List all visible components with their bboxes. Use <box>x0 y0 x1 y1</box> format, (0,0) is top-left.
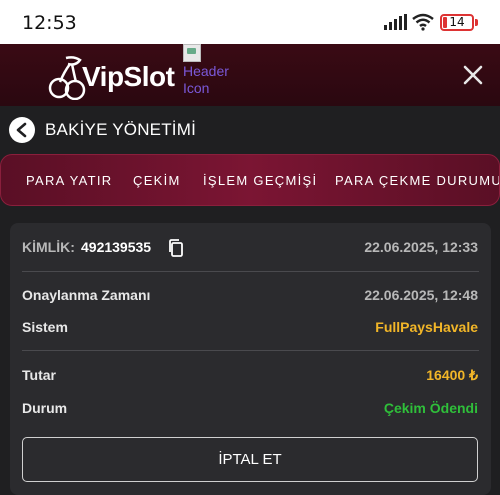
transaction-card: KİMLİK: 492139535 22.06.2025, 12:33 Onay… <box>10 223 491 495</box>
battery-icon: 14 <box>440 14 474 31</box>
transaction-id-label: KİMLİK: <box>22 239 75 255</box>
battery-level: 14 <box>449 15 465 29</box>
header-icon-alt-text: Header Icon <box>183 63 229 96</box>
tab-withdrawal-status[interactable]: PARA ÇEKME DURUMU <box>335 173 499 188</box>
page-title: BAKİYE YÖNETİMİ <box>45 120 197 139</box>
close-icon[interactable] <box>459 61 487 89</box>
broken-image-icon <box>183 44 201 62</box>
back-button[interactable] <box>9 117 35 143</box>
transaction-id-value: 492139535 <box>81 239 152 255</box>
divider <box>22 350 479 351</box>
amount-value: 16400 ₺ <box>426 367 478 383</box>
status-time: 12:53 <box>22 12 77 34</box>
page-titlebar: BAKİYE YÖNETİMİ <box>0 106 500 154</box>
transaction-created-time: 22.06.2025, 12:33 <box>364 239 478 255</box>
chevron-left-icon <box>16 122 27 138</box>
brand-name: VipSlot <box>82 61 175 92</box>
tab-withdraw[interactable]: ÇEKİM <box>133 173 181 188</box>
site-header: VipSlot Header Icon <box>0 44 500 106</box>
status-badge: Çekim Ödendi <box>383 400 478 416</box>
cancel-button[interactable]: İPTAL ET <box>22 437 478 482</box>
battery-tip <box>475 19 478 26</box>
approval-time-value: 22.06.2025, 12:48 <box>364 287 478 303</box>
brand-logo[interactable]: VipSlot <box>48 54 178 100</box>
approval-time-label: Onaylanma Zamanı <box>22 287 151 303</box>
status-bar: 12:53 14 <box>0 0 500 44</box>
balance-tabs: PARA YATIR ÇEKİM İŞLEM GEÇMİŞİ PARA ÇEKM… <box>0 154 500 206</box>
header-icon-image: Header Icon <box>183 44 243 96</box>
divider <box>22 271 479 272</box>
signal-icon <box>384 14 407 30</box>
amount-label: Tutar <box>22 367 56 383</box>
tab-deposit[interactable]: PARA YATIR <box>26 173 112 188</box>
wifi-icon <box>412 13 434 31</box>
system-label: Sistem <box>22 319 68 335</box>
system-value: FullPaysHavale <box>375 319 478 335</box>
copy-icon[interactable] <box>168 239 184 257</box>
status-label: Durum <box>22 400 68 416</box>
tab-transaction-history[interactable]: İŞLEM GEÇMİŞİ <box>203 173 317 188</box>
